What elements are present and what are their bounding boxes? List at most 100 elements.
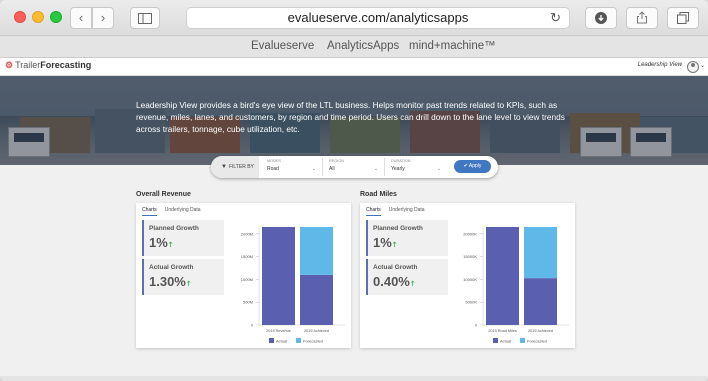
chevron-down-icon: ⌄ bbox=[373, 166, 378, 172]
y-tick-label: 1500M bbox=[241, 254, 253, 259]
download-icon bbox=[595, 12, 607, 24]
close-window-button[interactable] bbox=[14, 11, 26, 23]
y-tick-label: 0 bbox=[475, 323, 478, 328]
kpi-value: 1.30% bbox=[149, 274, 186, 289]
arrow-up-icon: 🡑 bbox=[168, 242, 173, 249]
bar-actual bbox=[300, 274, 333, 325]
hero-banner: Leadership View provides a bird's eye vi… bbox=[0, 76, 708, 165]
arrow-up-icon: 🡑 bbox=[392, 242, 397, 249]
fullscreen-window-button[interactable] bbox=[50, 11, 62, 23]
kpi-actual-growth: Actual Growth 0.40%🡑 bbox=[366, 259, 448, 295]
user-avatar[interactable] bbox=[687, 61, 699, 73]
bar-forecasted bbox=[300, 227, 333, 275]
revenue-bar-chart: 0 500M 1000M 1500M 2000M 2019 Revenue 2019 Ach… bbox=[241, 227, 345, 343]
reload-icon[interactable]: ↻ bbox=[550, 8, 561, 28]
kpi-label: Planned Growth bbox=[149, 225, 199, 232]
chevron-down-icon: ⌄ bbox=[436, 166, 441, 172]
kpi-value-wrap: 1.30%🡑 bbox=[149, 274, 191, 291]
chevron-left-icon: ‹ bbox=[78, 10, 84, 25]
revenue-tabs: Charts Underlying Data bbox=[142, 207, 209, 216]
arrow-up-icon: 🡑 bbox=[410, 281, 415, 288]
kpi-value-wrap: 1%🡑 bbox=[373, 235, 396, 252]
y-tick-label: 5000K bbox=[465, 300, 477, 305]
legend-label: Actual bbox=[276, 338, 287, 343]
filter-by-label: ▼ FILTER BY bbox=[211, 156, 259, 178]
road-miles-bar-chart: 0 5000K 10000K 15000K 20000K 2019 Road Miles 2… bbox=[463, 227, 569, 343]
bar-forecasted bbox=[524, 227, 557, 279]
mode-value: Road bbox=[267, 166, 279, 172]
kpi-value-wrap: 1%🡑 bbox=[149, 235, 172, 252]
bar-actual bbox=[486, 227, 519, 325]
tab-underlying-data[interactable]: Underlying Data bbox=[165, 207, 201, 215]
logo-prefix: Trailer bbox=[15, 60, 41, 70]
mode-label: MODES bbox=[267, 159, 281, 163]
minimize-window-button[interactable] bbox=[32, 11, 44, 23]
tab-charts[interactable]: Charts bbox=[142, 207, 157, 216]
downloads-button[interactable] bbox=[585, 7, 617, 29]
duration-value: Yearly bbox=[391, 166, 405, 172]
logo-suffix: Forecasting bbox=[40, 60, 92, 70]
window-bottom-edge bbox=[0, 376, 708, 381]
x-tick-label: 2019 Achieved bbox=[304, 329, 329, 333]
legend-label: Forecasted bbox=[303, 338, 323, 343]
browser-toolbar: ‹ › evalueserve.com/analyticsapps ↻ bbox=[0, 0, 708, 36]
duration-label: DURATION bbox=[391, 159, 411, 163]
browser-window: ‹ › evalueserve.com/analyticsapps ↻ Eval… bbox=[0, 0, 708, 381]
panel-title-overall-revenue: Overall Revenue bbox=[136, 191, 191, 198]
panel-title-road-miles: Road Miles bbox=[360, 191, 397, 198]
filter-by-text: FILTER BY bbox=[228, 164, 254, 170]
legend-label: Forecasted bbox=[527, 338, 547, 343]
chevron-down-icon: ⌄ bbox=[311, 166, 316, 172]
filter-bar: ▼ FILTER BY MODES Road ⌄ REGION All ⌄ DUR… bbox=[211, 156, 498, 178]
bar-actual bbox=[262, 227, 295, 325]
region-value: All bbox=[329, 166, 335, 172]
kpi-label: Actual Growth bbox=[373, 264, 418, 271]
x-tick-label: 2019 Road Miles bbox=[488, 329, 517, 333]
duration-select[interactable]: DURATION Yearly ⌄ bbox=[385, 158, 447, 176]
view-label: Leadership View bbox=[637, 62, 682, 68]
region-select[interactable]: REGION All ⌄ bbox=[323, 158, 385, 176]
back-button[interactable]: ‹ bbox=[70, 7, 92, 29]
legend-swatch bbox=[493, 338, 498, 343]
y-tick-label: 2000M bbox=[241, 231, 253, 236]
x-tick-label: 2019 Achieved bbox=[528, 329, 553, 333]
bar-actual bbox=[524, 278, 557, 325]
legend-label: Actual bbox=[500, 338, 511, 343]
tab-underlying-data[interactable]: Underlying Data bbox=[389, 207, 425, 215]
app-header: ⚙ TrailerForecasting Leadership View ⌄ bbox=[0, 58, 708, 76]
share-icon bbox=[637, 11, 647, 24]
tab-charts[interactable]: Charts bbox=[366, 207, 381, 216]
hero-description: Leadership View provides a bird's eye vi… bbox=[136, 100, 565, 135]
app-logo[interactable]: ⚙ TrailerForecasting bbox=[5, 60, 91, 71]
forward-button[interactable]: › bbox=[92, 7, 114, 29]
favorite-link-evalueserve[interactable]: Evalueserve bbox=[251, 40, 314, 52]
legend-swatch bbox=[520, 338, 525, 343]
kpi-label: Actual Growth bbox=[149, 264, 194, 271]
url-text: evalueserve.com/analyticsapps bbox=[287, 10, 469, 25]
sidebar-button[interactable] bbox=[130, 7, 160, 29]
y-tick-label: 1000M bbox=[241, 277, 253, 282]
share-button[interactable] bbox=[626, 7, 658, 29]
kpi-value: 1% bbox=[373, 235, 392, 250]
address-bar[interactable]: evalueserve.com/analyticsapps ↻ bbox=[186, 7, 570, 29]
favorite-link-analyticsapps[interactable]: AnalyticsApps bbox=[327, 40, 399, 52]
tabs-icon bbox=[677, 12, 689, 24]
y-tick-label: 0 bbox=[251, 323, 254, 328]
x-tick-label: 2019 Revenue bbox=[266, 329, 291, 333]
y-tick-label: 500M bbox=[243, 300, 253, 305]
funnel-icon: ▼ bbox=[221, 164, 227, 170]
kpi-label: Planned Growth bbox=[373, 225, 423, 232]
mode-select[interactable]: MODES Road ⌄ bbox=[261, 158, 323, 176]
chevron-down-icon[interactable]: ⌄ bbox=[700, 62, 705, 69]
kpi-value-wrap: 0.40%🡑 bbox=[373, 274, 415, 291]
favorite-link-mind-machine[interactable]: mind+machine™ bbox=[409, 40, 496, 52]
region-label: REGION bbox=[329, 159, 344, 163]
kpi-value: 1% bbox=[149, 235, 168, 250]
apply-button[interactable]: ✔ Apply bbox=[454, 160, 491, 173]
tabs-overview-button[interactable] bbox=[667, 7, 699, 29]
y-tick-label: 15000K bbox=[463, 254, 477, 259]
trailer-logo-icon: ⚙ bbox=[5, 60, 14, 70]
road-miles-tabs: Charts Underlying Data bbox=[366, 207, 433, 216]
revenue-card: Charts Underlying Data Planned Growth 1%🡑… bbox=[136, 203, 351, 348]
dashboard-content: Overall Revenue Road Miles Charts Underly… bbox=[0, 165, 708, 381]
